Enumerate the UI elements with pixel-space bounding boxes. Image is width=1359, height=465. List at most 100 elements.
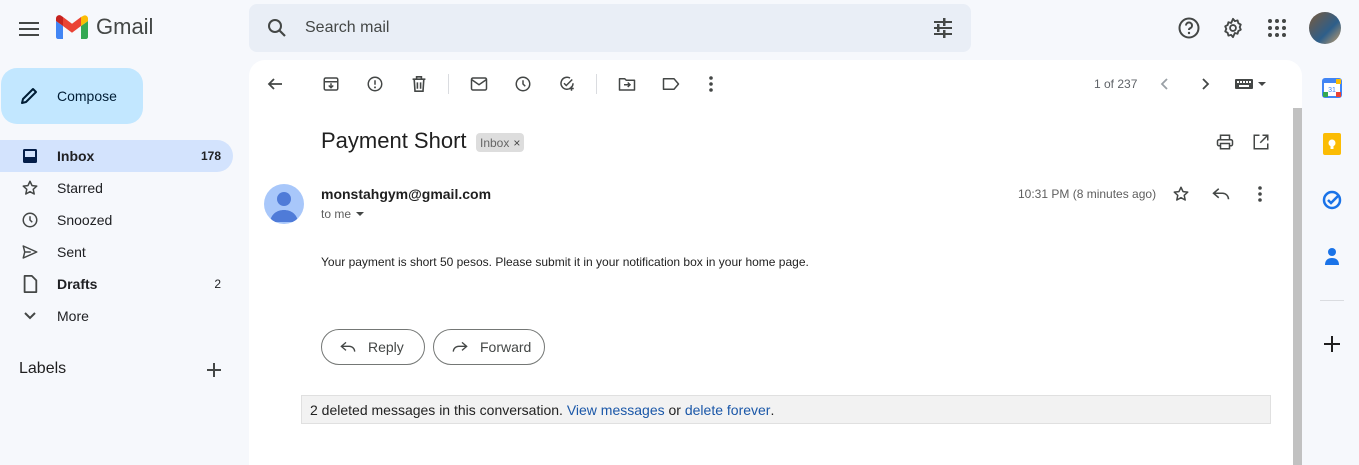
newer-button[interactable] [1151,70,1179,98]
hamburger-icon [19,22,39,36]
recipient-text: to me [321,207,352,221]
chevron-right-icon [1202,78,1210,90]
snooze-button[interactable] [509,70,537,98]
unread-count: 178 [200,149,221,163]
reply-button[interactable]: Reply [321,329,425,365]
star-icon [1173,186,1189,201]
mark-unread-button[interactable] [465,70,493,98]
search-bar[interactable]: Search mail [249,4,971,52]
pagination-text: 1 of 237 [1094,77,1138,91]
message-subject: Payment Short [321,128,467,153]
keep-app-button[interactable] [1320,132,1344,156]
recipients-toggle[interactable]: to me [321,207,365,221]
labels-button[interactable] [657,70,685,98]
pencil-icon [21,88,37,104]
get-addons-button[interactable] [1320,332,1344,356]
more-vert-icon [709,76,713,92]
sender-avatar[interactable] [264,184,304,224]
remove-label-icon[interactable]: × [513,136,520,150]
message-view: 1 of 237 Payment Short Inbox × monstahgy… [249,60,1302,465]
print-all-button[interactable] [1211,128,1239,156]
sidebar-item-sent[interactable]: Sent [0,236,233,268]
forward-button[interactable]: Forward [433,329,545,365]
message-more-button[interactable] [1246,180,1274,208]
search-input[interactable]: Search mail [305,19,931,37]
support-button[interactable] [1169,8,1209,48]
search-icon[interactable] [265,16,289,40]
or-text: or [668,401,681,418]
add-task-icon [560,76,574,91]
archive-button[interactable] [317,70,345,98]
sidebar-item-label: Starred [57,180,103,196]
badge-label: Inbox [480,135,510,150]
more-vert-icon [1258,186,1262,202]
deleted-notice-text: 2 deleted messages in this conversation. [310,401,563,418]
deleted-messages-notice: 2 deleted messages in this conversation.… [301,395,1271,424]
sidebar-item-snoozed[interactable]: Snoozed [0,204,233,236]
scrollbar[interactable] [1293,108,1302,465]
gmail-logo[interactable]: Gmail [56,14,153,40]
main-menu-button[interactable] [14,14,44,44]
input-tools-button[interactable] [1231,70,1271,98]
tasks-app-button[interactable] [1320,188,1344,212]
star-button[interactable] [1167,180,1195,208]
forward-label: Forward [480,339,532,355]
sidebar-item-drafts[interactable]: Drafts 2 [0,268,233,300]
older-button[interactable] [1191,70,1219,98]
sidebar-item-label: Snoozed [57,212,113,228]
apps-button[interactable] [1257,8,1297,48]
draft-icon [20,274,40,294]
back-button[interactable] [261,70,289,98]
move-to-button[interactable] [613,70,641,98]
sidebar-item-more[interactable]: More [0,300,233,332]
clock-icon [515,76,531,92]
compose-button[interactable]: Compose [1,68,143,124]
sidebar-item-label: Sent [57,244,86,260]
caret-down-icon [356,212,365,216]
archive-icon [323,77,339,91]
drafts-count: 2 [214,277,221,291]
labels-heading: Labels [19,360,67,377]
print-icon [1216,134,1234,150]
plus-icon [207,363,221,377]
chevron-left-icon [1160,78,1168,90]
sender-email[interactable]: monstahgym@gmail.com [321,186,491,202]
chevron-down-icon [20,306,40,326]
folder-move-icon [618,78,636,91]
app-name: Gmail [96,14,154,39]
contacts-app-button[interactable] [1320,244,1344,268]
delete-forever-link[interactable]: delete forever [685,402,771,418]
apps-grid-icon [1268,19,1286,37]
help-icon [1178,17,1200,39]
sidebar-item-inbox[interactable]: Inbox 178 [0,140,233,172]
forward-icon [452,341,468,352]
view-messages-link[interactable]: View messages [567,402,665,418]
tasks-check-icon [1322,190,1342,210]
calendar-app-button[interactable]: 31 [1320,76,1344,100]
add-to-tasks-button[interactable] [553,70,581,98]
more-options-button[interactable] [697,70,725,98]
inbox-label-badge[interactable]: Inbox × [476,133,525,152]
search-options-icon[interactable] [931,16,955,40]
label-icon [662,78,680,90]
settings-button[interactable] [1213,8,1253,48]
mail-icon [470,77,488,91]
report-spam-button[interactable] [361,70,389,98]
keyboard-icon [1235,79,1266,89]
trash-icon [412,76,426,92]
sidebar-item-label: More [57,308,89,324]
reply-icon-button[interactable] [1207,180,1235,208]
person-icon [270,192,298,222]
period-text: . [770,401,775,418]
compose-label: Compose [57,88,117,104]
calendar-icon: 31 [1322,78,1342,98]
create-label-button[interactable] [203,359,225,381]
inbox-icon [20,146,40,166]
open-new-window-button[interactable] [1247,128,1275,156]
toolbar-divider [448,74,449,94]
account-avatar[interactable] [1309,12,1341,44]
sidebar-item-label: Inbox [57,148,95,164]
arrow-left-icon [267,78,282,90]
delete-button[interactable] [405,70,433,98]
sidebar-item-starred[interactable]: Starred [0,172,233,204]
